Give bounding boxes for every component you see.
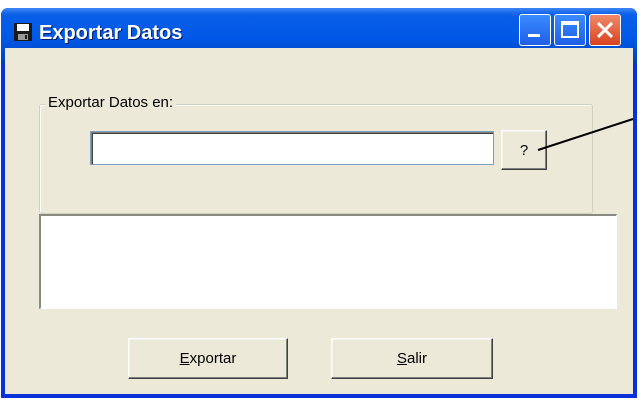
callout-line [537,118,634,151]
